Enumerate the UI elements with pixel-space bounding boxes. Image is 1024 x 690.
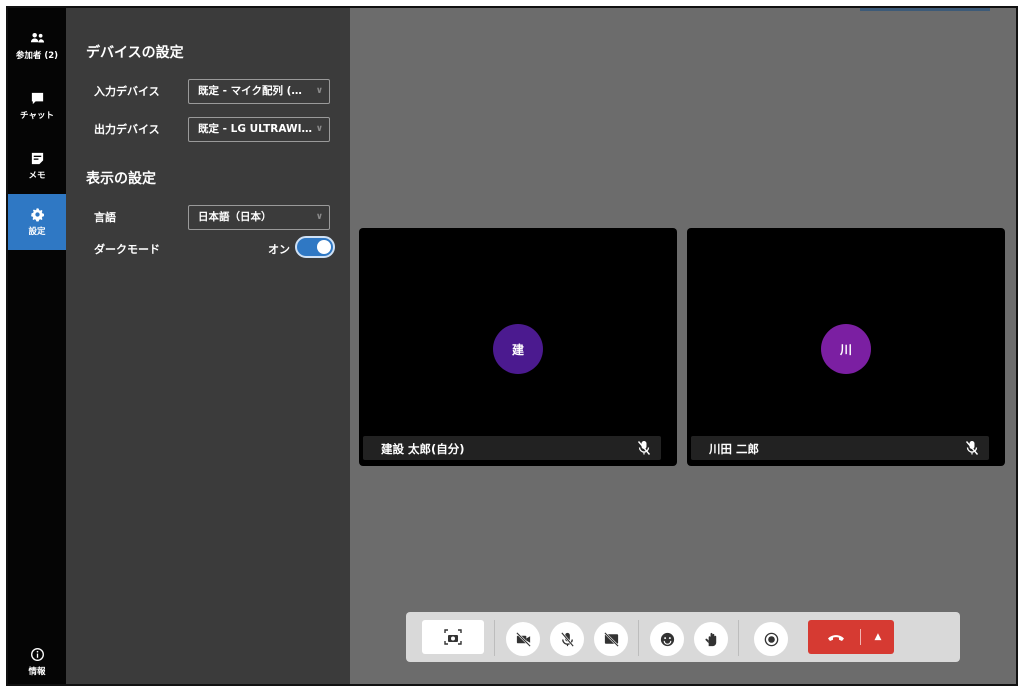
raise-hand-button[interactable] — [694, 622, 728, 656]
screen-share-off-icon — [603, 631, 619, 647]
toggle-knob — [317, 240, 331, 254]
dark-mode-state: オン — [268, 243, 290, 256]
sidebar-item-memo[interactable]: メモ — [8, 140, 66, 192]
sidebar-item-label: チャット — [20, 111, 54, 121]
name-bar: 川田 二郎 — [691, 436, 989, 460]
chevron-down-icon: ∨ — [315, 86, 323, 96]
divider — [860, 629, 861, 645]
smiley-icon — [660, 632, 674, 646]
control-bar: ▲ — [406, 612, 960, 662]
hand-icon — [704, 632, 716, 646]
sidebar-item-chat[interactable]: チャット — [8, 80, 66, 132]
info-icon — [30, 648, 44, 661]
record-button[interactable] — [754, 622, 788, 656]
device-settings-title: デバイスの設定 — [86, 45, 184, 61]
sidebar-item-label: 設定 — [28, 227, 46, 237]
mic-muted-icon — [965, 441, 979, 455]
camera-off-icon — [515, 631, 531, 647]
output-device-select[interactable]: 既定 - LG ULTRAWI… ∨ — [188, 117, 330, 142]
output-device-label: 出力デバイス — [94, 123, 160, 136]
display-settings-title: 表示の設定 — [86, 171, 156, 187]
name-bar: 建設 太郎(自分) — [363, 436, 661, 460]
settings-panel: デバイスの設定 入力デバイス 既定 - マイク配列 (… ∨ 出力デバイス 既定… — [66, 8, 350, 684]
screen-capture-icon — [444, 629, 462, 645]
memo-icon — [31, 152, 43, 165]
avatar: 建 — [493, 324, 543, 374]
video-tile-participant[interactable]: 川 川田 二郎 — [687, 228, 1005, 466]
top-strip — [860, 8, 990, 11]
sidebar-item-label: メモ — [28, 171, 46, 181]
side-rail: 参加者 (2) チャット メモ 設定 情報 — [8, 8, 66, 684]
participant-name: 川田 二郎 — [709, 442, 760, 456]
mic-muted-icon — [637, 441, 651, 455]
phone-hangup-icon — [828, 635, 844, 641]
dark-mode-toggle[interactable] — [295, 236, 335, 258]
sidebar-item-settings[interactable]: 設定 — [8, 194, 66, 250]
sidebar-item-label: 情報 — [28, 667, 46, 677]
language-select[interactable]: 日本語（日本） ∨ — [188, 205, 330, 230]
language-label: 言語 — [94, 211, 116, 224]
input-device-select[interactable]: 既定 - マイク配列 (… ∨ — [188, 79, 330, 104]
hang-up-button[interactable]: ▲ — [808, 620, 894, 654]
divider — [494, 620, 495, 656]
chat-icon — [31, 92, 43, 105]
input-device-label: 入力デバイス — [94, 85, 160, 98]
chevron-down-icon: ∨ — [315, 124, 323, 134]
participant-name: 建設 太郎(自分) — [381, 442, 465, 456]
app-window: 参加者 (2) チャット メモ 設定 情報 デバイスの設定 入力デバイス 既定 … — [6, 6, 1018, 686]
video-tile-self[interactable]: 建 建設 太郎(自分) — [359, 228, 677, 466]
share-screen-off-button[interactable] — [594, 622, 628, 656]
camera-off-button[interactable] — [506, 622, 540, 656]
record-icon — [764, 632, 778, 646]
dark-mode-label: ダークモード — [94, 243, 160, 256]
participants-icon — [30, 32, 44, 43]
chevron-down-icon: ∨ — [315, 212, 323, 222]
sidebar-item-info[interactable]: 情報 — [8, 636, 66, 684]
gear-icon — [30, 208, 44, 222]
mic-off-icon — [560, 631, 574, 647]
sidebar-item-label: 参加者 (2) — [15, 51, 59, 61]
screen-capture-button[interactable] — [422, 620, 484, 654]
reaction-button[interactable] — [650, 622, 684, 656]
avatar: 川 — [821, 324, 871, 374]
divider — [638, 620, 639, 656]
sidebar-item-participants[interactable]: 参加者 (2) — [8, 20, 66, 72]
mic-off-button[interactable] — [550, 622, 584, 656]
caret-up-icon[interactable]: ▲ — [868, 626, 888, 648]
divider — [738, 620, 739, 656]
